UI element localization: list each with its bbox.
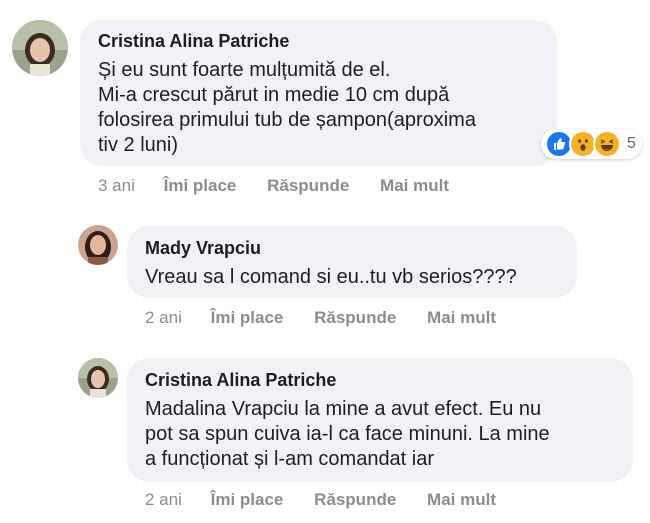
- comment-timestamp[interactable]: 2 ani: [145, 308, 182, 328]
- like-button[interactable]: Îmi place: [164, 176, 237, 196]
- comment-actions: 2 ani Îmi place Răspunde Mai mult: [145, 308, 496, 328]
- comment-bubble: Cristina Alina Patriche Madalina Vrapciu…: [127, 358, 633, 482]
- reaction-count: 5: [627, 135, 636, 152]
- comment-author[interactable]: Cristina Alina Patriche: [98, 30, 539, 52]
- like-button[interactable]: Îmi place: [211, 308, 284, 328]
- reply-button[interactable]: Răspunde: [267, 176, 349, 196]
- comment-author[interactable]: Mady Vrapciu: [145, 237, 559, 259]
- haha-icon: [593, 130, 621, 158]
- comment-text: Și eu sunt foarte mulțumită de el. Mi-a …: [98, 59, 476, 156]
- more-button[interactable]: Mai mult: [380, 176, 449, 196]
- avatar[interactable]: [12, 20, 68, 76]
- comment-text: Vreau sa l comand si eu..tu vb serios???…: [145, 266, 517, 288]
- more-button[interactable]: Mai mult: [427, 308, 496, 328]
- comment-actions: 3 ani Îmi place Răspunde Mai mult: [98, 176, 449, 196]
- comment-bubble: Cristina Alina Patriche Și eu sunt foart…: [80, 20, 557, 166]
- comment-timestamp[interactable]: 2 ani: [145, 490, 182, 510]
- avatar[interactable]: [78, 225, 118, 265]
- like-button[interactable]: Îmi place: [211, 490, 284, 510]
- reply-button[interactable]: Răspunde: [314, 490, 396, 510]
- avatar[interactable]: [78, 358, 118, 398]
- more-button[interactable]: Mai mult: [427, 490, 496, 510]
- comment-timestamp[interactable]: 3 ani: [98, 176, 135, 196]
- comment-text: Madalina Vrapciu la mine a avut efect. E…: [145, 398, 550, 470]
- comment-actions: 2 ani Îmi place Răspunde Mai mult: [145, 490, 496, 510]
- comment-bubble: Mady Vrapciu Vreau sa l comand si eu..tu…: [127, 226, 577, 298]
- reply-button[interactable]: Răspunde: [314, 308, 396, 328]
- reactions-summary[interactable]: 5: [541, 129, 642, 159]
- comment-author[interactable]: Cristina Alina Patriche: [145, 369, 615, 391]
